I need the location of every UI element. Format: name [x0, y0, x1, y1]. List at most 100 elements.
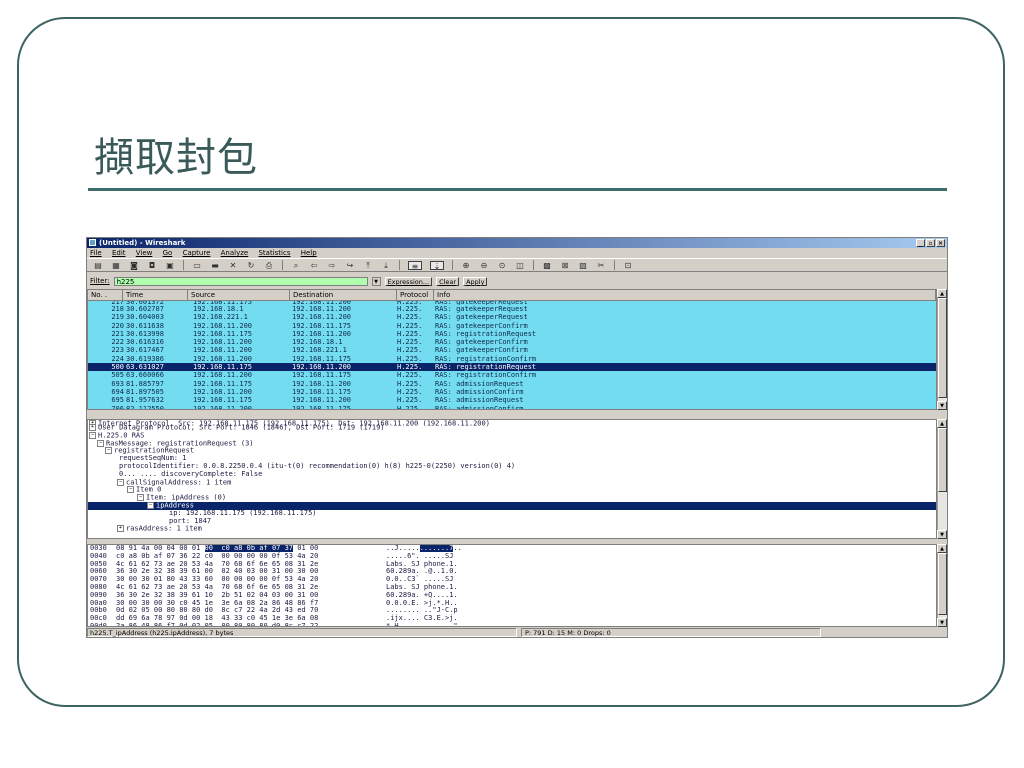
column-header-protocol[interactable]: Protocol — [397, 290, 434, 300]
bytes-scrollbar[interactable]: ▲ ▼ — [937, 544, 947, 627]
column-header-source[interactable]: Source — [188, 290, 290, 300]
menu-file[interactable]: File — [90, 249, 102, 257]
zoom-normal-icon[interactable]: ⊙ — [497, 261, 507, 270]
packet-info: RAS: registrationConfirm — [435, 354, 537, 363]
menu-edit[interactable]: Edit — [112, 249, 126, 257]
detail-tree-item[interactable]: port: 1847 — [88, 517, 936, 526]
capture-filters-icon[interactable]: ▩ — [542, 261, 552, 270]
collapse-icon[interactable]: − — [89, 431, 96, 439]
scrollbar-thumb[interactable] — [938, 553, 947, 615]
column-header-no[interactable]: No. . — [88, 290, 123, 300]
window-titlebar[interactable]: (Untitled) - Wireshark _ ▫ × — [87, 238, 947, 248]
menu-go[interactable]: Go — [163, 249, 173, 257]
options-icon[interactable]: ▦ — [111, 261, 121, 270]
hex-ascii[interactable]: *.H..... ......." — [386, 622, 506, 626]
detail-tree-item[interactable]: + rasAddress: 1 item — [88, 525, 936, 533]
find-icon[interactable]: ⌕ — [291, 261, 301, 270]
open-icon[interactable]: ▭ — [192, 261, 202, 270]
scrollbar-thumb[interactable] — [938, 298, 947, 398]
menu-help[interactable]: Help — [301, 249, 317, 257]
close-icon[interactable]: ✕ — [228, 261, 238, 270]
restart-icon[interactable]: ▣ — [165, 261, 175, 270]
autoscroll-icon[interactable]: ⇣ — [430, 260, 444, 271]
zoom-in-icon[interactable]: ⊕ — [461, 261, 471, 270]
column-header-info[interactable]: Info — [434, 290, 936, 300]
preferences-icon[interactable]: ✂ — [596, 261, 606, 270]
reload-icon[interactable]: ↻ — [246, 261, 256, 270]
main-toolbar: ▤ ▦ ◙ ◘ ▣ ▭ ▬ ✕ ↻ ⎙ ⌕ ⇦ ⇨ ↪ ⤒ ⤓ ≡ ⇣ ⊕ ⊖ … — [87, 258, 947, 272]
menu-view[interactable]: View — [136, 249, 153, 257]
collapse-icon[interactable]: − — [127, 486, 134, 494]
scroll-down-icon[interactable]: ▼ — [937, 401, 947, 410]
detail-tree-item[interactable]: − Item: ipAddress (0) — [88, 494, 936, 502]
packet-row[interactable]: 221 30.613998 192.168.11.175 192.168.11.200… — [88, 329, 936, 339]
scrollbar-thumb[interactable] — [938, 428, 947, 492]
scroll-down-icon[interactable]: ▼ — [937, 530, 947, 539]
column-header-destination[interactable]: Destination — [290, 290, 397, 300]
packet-row[interactable]: 223 30.617467 192.168.11.200 192.168.221.1 H… — [88, 346, 936, 355]
detail-tree-item[interactable]: − registrationRequest — [88, 447, 936, 455]
help-icon[interactable]: ⊡ — [623, 261, 633, 270]
forward-icon[interactable]: ⇨ — [327, 261, 337, 270]
menu-statistics[interactable]: Statistics — [258, 249, 290, 257]
filter-dropdown-icon[interactable]: ▼ — [371, 276, 381, 286]
hex-bytes[interactable]: 2a 86 48 86 f7 0d 02 05 00 80 80 80 d0 8… — [116, 622, 386, 626]
detail-tree-item[interactable]: ip: 192.168.11.175 (192.168.11.175) — [88, 509, 936, 518]
packet-row[interactable]: 706 82.112550 192.168.11.200 192.168.11.175… — [88, 404, 936, 409]
scroll-up-icon[interactable]: ▲ — [937, 289, 947, 298]
collapse-icon[interactable]: − — [105, 447, 112, 455]
colorize-icon[interactable]: ≡ — [408, 260, 422, 271]
column-header-time[interactable]: Time — [123, 290, 188, 300]
expand-icon[interactable]: + — [89, 424, 96, 431]
back-icon[interactable]: ⇦ — [309, 261, 319, 270]
last-packet-icon[interactable]: ⤓ — [381, 261, 391, 270]
packet-row[interactable]: 219 30.604003 192.168.221.1 192.168.11.200 H… — [88, 313, 936, 322]
maximize-button[interactable]: ▫ — [926, 239, 935, 247]
stop-capture-icon[interactable]: ◘ — [147, 261, 157, 270]
display-filters-icon[interactable]: ⊠ — [560, 261, 570, 270]
detail-tree-item[interactable]: − RasMessage: registrationRequest (3) — [88, 439, 936, 448]
wireshark-window: (Untitled) - Wireshark _ ▫ × File Edit V… — [86, 237, 948, 638]
expression-button[interactable]: Expression... — [384, 276, 433, 286]
packet-row[interactable]: 222 30.616316 192.168.11.200 192.168.18.1 H.… — [88, 338, 936, 347]
zoom-out-icon[interactable]: ⊖ — [479, 261, 489, 270]
packet-row[interactable]: 694 81.897505 192.168.11.200 192.168.11.175… — [88, 387, 936, 397]
detail-tree-item[interactable]: + User Datagram Protocol, Src Port: 1846 … — [88, 424, 936, 432]
interfaces-icon[interactable]: ▤ — [93, 261, 103, 270]
collapse-icon[interactable]: − — [147, 501, 154, 509]
scroll-up-icon[interactable]: ▲ — [937, 419, 947, 428]
coloring-rules-icon[interactable]: ▧ — [578, 261, 588, 270]
packet-no: 219 — [111, 313, 124, 322]
print-icon[interactable]: ⎙ — [264, 261, 274, 270]
menu-capture[interactable]: Capture — [183, 249, 211, 257]
packet-row[interactable]: 505 63.660066 192.168.11.200 192.168.11.175… — [88, 371, 936, 380]
resize-columns-icon[interactable]: ◫ — [515, 261, 525, 270]
packet-list-scrollbar[interactable]: ▲ ▼ — [937, 289, 947, 410]
packet-row[interactable]: 500 63.631027 192.168.11.175 192.168.11.200… — [88, 363, 936, 372]
minimize-button[interactable]: _ — [916, 239, 925, 247]
menu-analyze[interactable]: Analyze — [221, 249, 249, 257]
packet-row[interactable]: 218 30.602707 192.168.18.1 192.168.11.200 H.… — [88, 305, 936, 314]
packet-row[interactable]: 693 81.885797 192.168.11.175 192.168.11.200… — [88, 379, 936, 388]
scroll-up-icon[interactable]: ▲ — [937, 544, 947, 553]
save-icon[interactable]: ▬ — [210, 261, 220, 270]
collapse-icon[interactable]: − — [117, 478, 124, 486]
expand-icon[interactable]: + — [117, 525, 124, 533]
filter-input[interactable]: h225 — [113, 276, 368, 286]
first-packet-icon[interactable]: ⤒ — [363, 261, 373, 270]
start-capture-icon[interactable]: ◙ — [129, 261, 139, 270]
goto-icon[interactable]: ↪ — [345, 261, 355, 270]
packet-no: 220 — [111, 321, 124, 330]
packet-row[interactable]: 695 81.957632 192.168.11.175 192.168.11.200… — [88, 396, 936, 405]
details-scrollbar[interactable]: ▲ ▼ — [937, 419, 947, 539]
apply-button[interactable]: Apply — [463, 276, 488, 286]
packet-row[interactable]: 220 30.611638 192.168.11.200 192.168.11.175… — [88, 321, 936, 330]
collapse-icon[interactable]: − — [137, 494, 144, 502]
detail-tree-item[interactable]: − callSignalAddress: 1 item — [88, 478, 936, 487]
packet-row[interactable]: 224 30.619386 192.168.11.200 192.168.11.175… — [88, 354, 936, 364]
packet-no: 218 — [111, 305, 124, 313]
scroll-down-icon[interactable]: ▼ — [937, 618, 947, 627]
close-button[interactable]: × — [936, 239, 945, 247]
clear-button[interactable]: Clear — [436, 276, 460, 286]
collapse-icon[interactable]: − — [97, 439, 104, 447]
